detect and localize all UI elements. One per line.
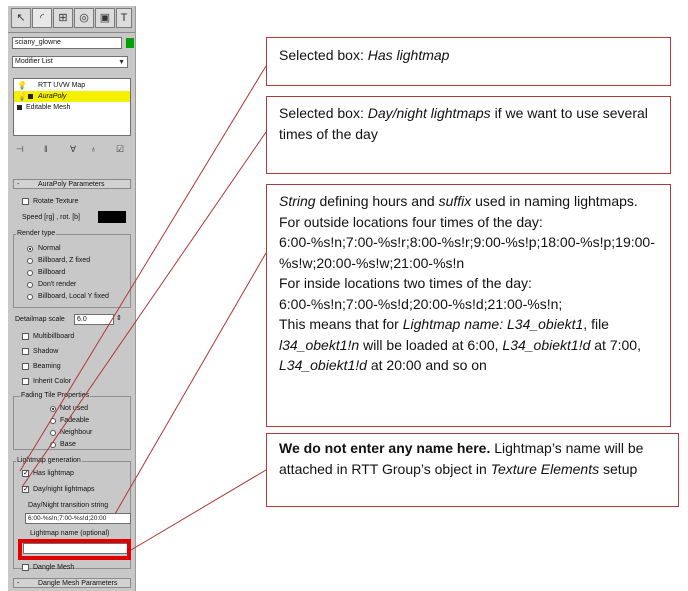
- note-text-italic: Has lightmap: [367, 47, 450, 63]
- note-text: This means that for: [279, 316, 403, 332]
- note-text-italic: l34_obekt1!n: [279, 336, 360, 353]
- note-text: For inside locations two times of the da…: [279, 275, 532, 291]
- note-text-italic: Lightmap name: L34_obiekt1: [402, 316, 584, 332]
- callout-line-lightmap-name: [130, 469, 267, 551]
- note-daynight: Selected box: Day/night lightmaps if we …: [266, 96, 671, 174]
- note-text: 6:00-%s!n;7:00-%s!d;20:00-%s!d;21:00-%s!…: [279, 295, 563, 312]
- callout-line-string: [114, 252, 267, 515]
- note-text: used in naming lightmaps.: [471, 193, 638, 209]
- note-text: at 20:00 and so on: [366, 357, 487, 373]
- note-text-italic: String: [279, 193, 316, 209]
- note-text-italic: Day/night lightmaps: [367, 105, 491, 121]
- note-text: 6:00-%s!n;7:00-%s!r;8:00-%s!r;9:00-%s!p;…: [279, 234, 655, 271]
- note-text: For outside locations four times of the …: [279, 213, 543, 230]
- note-lightmap-name: We do not enter any name here. Lightmap’…: [266, 433, 679, 507]
- note-text-italic: L34_obiekt1!d: [502, 336, 591, 353]
- note-text: defining hours and: [315, 193, 439, 209]
- note-text: setup: [599, 460, 638, 477]
- note-text: , file: [583, 316, 609, 332]
- note-text: will be loaded at 6:00,: [359, 336, 503, 353]
- callout-line-daynight: [21, 131, 267, 488]
- callout-line-has-lightmap: [19, 65, 267, 472]
- note-text: Selected box:: [279, 105, 368, 121]
- note-text: at 7:00,: [590, 336, 641, 353]
- note-text-italic: suffix: [438, 193, 472, 209]
- note-text-italic: Texture Elements: [490, 460, 600, 477]
- note-string-definition: String defining hours and suffix used in…: [266, 184, 671, 427]
- note-text-italic: L34_obiekt1!d: [279, 357, 367, 373]
- note-has-lightmap: Selected box: Has lightmap: [266, 37, 671, 86]
- note-text: Selected box:: [279, 47, 368, 63]
- note-text-bold: We do not enter any name here.: [279, 440, 491, 456]
